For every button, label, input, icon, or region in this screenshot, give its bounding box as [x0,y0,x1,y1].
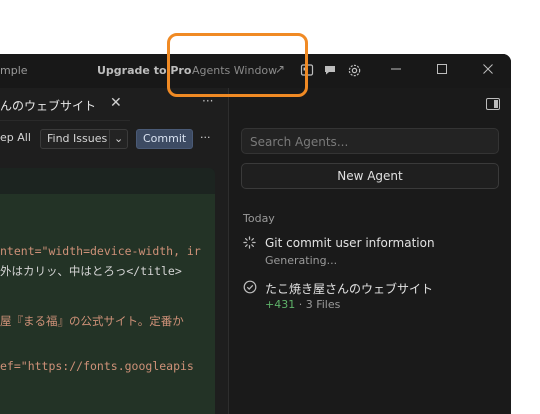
lines-added: +431 [265,298,296,311]
code-line: ef="https://fonts.googleapis [0,359,194,373]
app-window: mple Upgrade to Pro Agents Window ↗ んのウェ… [0,54,511,414]
search-agents-input[interactable]: Search Agents... [241,128,499,154]
gear-icon[interactable] [347,63,362,81]
code-header [0,168,215,194]
code-line: 屋『まる福』の公式サイト。定番か [0,314,184,328]
actions-more-button[interactable]: ··· [200,129,211,147]
code-view[interactable]: ntent="width=device-width, ir 外はカリッ、中はとろ… [0,168,215,414]
close-window-icon[interactable] [482,63,494,78]
chat-icon[interactable] [323,63,337,80]
find-issues-button[interactable]: Find Issues [40,129,115,149]
agent-item[interactable]: たこ焼き屋さんのウェブサイト +431 · 3 Files [243,280,503,316]
find-issues-dropdown[interactable]: ⌄ [109,129,129,149]
new-agent-button[interactable]: New Agent [241,163,499,189]
sweep-all-button[interactable]: ep All [0,129,31,147]
code-body: ntent="width=device-width, ir 外はカリッ、中はとろ… [0,194,215,414]
highlight-annotation [167,33,308,97]
close-icon[interactable]: ✕ [110,95,122,111]
tab-label: んのウェブサイト [0,99,97,113]
editor-tab[interactable]: んのウェブサイト ✕ [0,88,130,121]
files-count: · 3 Files [295,298,341,311]
agent-title: Git commit user information [265,236,435,250]
app-title: mple [0,64,28,77]
agent-title: たこ焼き屋さんのウェブサイト [265,282,434,296]
source-control-actions: ep All Find Issues ⌄ Commit ··· [0,129,228,153]
code-line: 外はカリッ、中はとろっ</title> [0,264,182,278]
agent-diff-summary: +431 · 3 Files [265,298,340,311]
panel-toggle-icon[interactable] [486,98,500,110]
spinner-icon [243,236,256,253]
maximize-icon[interactable] [436,63,448,78]
commit-button[interactable]: Commit [136,129,194,149]
agent-item[interactable]: Git commit user information Generating..… [243,236,503,272]
editor-pane: んのウェブサイト ✕ ··· ep All Find Issues ⌄ Comm… [0,88,229,414]
code-line: ntent="width=device-width, ir [0,244,201,258]
section-today-label: Today [243,212,275,225]
agents-panel: Search Agents... New Agent Today Git com… [229,88,511,414]
agent-status: Generating... [265,254,338,267]
minimize-icon[interactable] [390,63,402,78]
check-circle-icon [243,280,257,298]
